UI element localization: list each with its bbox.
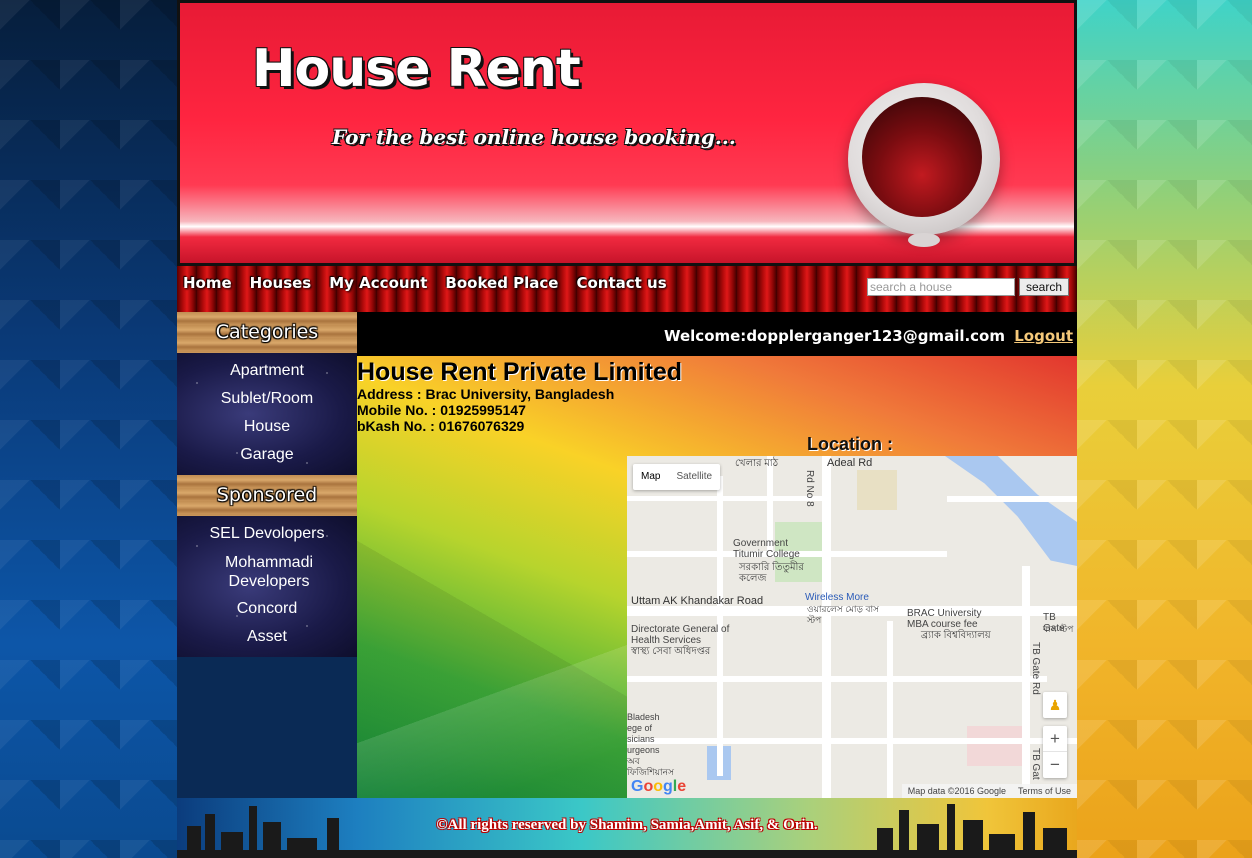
pegman-icon[interactable]: ♟ xyxy=(1043,692,1067,718)
map-label-brac: BRAC University MBA course fee xyxy=(907,608,982,630)
map-label-tb-gate-rd: TB Gate Rd xyxy=(1030,642,1041,695)
company-bkash: bKash No. : 01676076329 xyxy=(357,418,525,434)
copyright-text: ©All rights reserved by Shamim, Samia,Am… xyxy=(436,817,818,833)
company-mobile: Mobile No. : 01925995147 xyxy=(357,402,526,418)
footer: ©All rights reserved by Shamim, Samia,Am… xyxy=(177,798,1077,858)
egg-chair-image xyxy=(848,83,1000,247)
map-label-tb-gate-bn: বাস স্টপ xyxy=(1043,624,1074,634)
sponsored-list: SEL Devolopers Mohammadi Developers Conc… xyxy=(177,516,357,657)
category-sublet-room[interactable]: Sublet/Room xyxy=(177,385,357,413)
right-background xyxy=(1077,0,1252,858)
sponsor-concord[interactable]: Concord xyxy=(177,595,357,623)
map-label-brac-bn: ব্র্যাক বিশ্ববিদ্যালয় xyxy=(921,630,991,641)
map-pink-area xyxy=(967,726,1027,766)
categories-list: Apartment Sublet/Room House Garage xyxy=(177,353,357,475)
google-logo: Google xyxy=(631,778,687,795)
company-address: Address : Brac University, Bangladesh xyxy=(357,386,615,402)
map-road xyxy=(887,621,893,798)
location-map[interactable]: খেলার মাঠ Adeal Rd Rd No 8 Government Ti… xyxy=(627,456,1077,798)
nav-bar: Home Houses My Account Booked Place Cont… xyxy=(177,266,1077,312)
map-road xyxy=(947,496,1077,502)
map-label-field: খেলার মাঠ xyxy=(735,458,779,469)
left-background xyxy=(0,0,177,858)
nav-item-home[interactable]: Home xyxy=(183,274,232,292)
nav-item-contact-us[interactable]: Contact us xyxy=(576,274,666,292)
map-label-college: Bladesh ege of sicians urgeons অব ফিজিশি… xyxy=(627,712,674,777)
nav-item-houses[interactable]: Houses xyxy=(250,274,312,292)
sponsor-asset[interactable]: Asset xyxy=(177,623,357,651)
map-sand-area xyxy=(857,470,897,510)
zoom-out-button[interactable]: − xyxy=(1043,752,1067,778)
search-button[interactable]: search xyxy=(1019,278,1069,296)
sponsor-sel-developers[interactable]: SEL Devolopers xyxy=(177,520,357,548)
zoom-control: + − xyxy=(1043,726,1067,778)
category-house[interactable]: House xyxy=(177,413,357,441)
sidebar: Categories Apartment Sublet/Room House G… xyxy=(177,312,357,657)
welcome-bar: Welcome:dopplerganger123@gmail.com Logou… xyxy=(357,312,1077,356)
map-label-wireless: Wireless More xyxy=(805,592,869,603)
map-road xyxy=(627,496,827,501)
company-name: House Rent Private Limited xyxy=(357,358,683,386)
main-content: Welcome:dopplerganger123@gmail.com Logou… xyxy=(357,312,1077,798)
map-terms-link[interactable]: Terms of Use xyxy=(1018,784,1071,798)
category-apartment[interactable]: Apartment xyxy=(177,357,357,385)
search-form: search xyxy=(867,278,1069,296)
map-label-wireless-bn: ওয়ারলেস মোড় বাস স্টপ xyxy=(807,604,880,625)
map-road-tb-gate xyxy=(1022,566,1030,798)
welcome-text: Welcome:dopplerganger123@gmail.com Logou… xyxy=(664,327,1073,345)
map-road-rd8 xyxy=(822,456,831,798)
map-road xyxy=(767,456,773,551)
map-label-titumir-bn: সরকারি তিতুমীর কলেজ xyxy=(739,562,804,584)
nav-item-booked-place[interactable]: Booked Place xyxy=(445,274,558,292)
map-label-titumir: Government Titumir College xyxy=(733,538,800,560)
map-label-dghs-bn: স্বাস্থ্য সেবা অধিদপ্তর xyxy=(631,646,711,657)
category-garage[interactable]: Garage xyxy=(177,441,357,469)
user-email: dopplerganger123@gmail.com xyxy=(746,327,1005,345)
sponsor-mohammadi-developers[interactable]: Mohammadi Developers xyxy=(177,548,357,595)
location-label: Location : xyxy=(807,434,893,454)
map-road xyxy=(627,738,1077,744)
nav-item-my-account[interactable]: My Account xyxy=(329,274,427,292)
header-banner: House Rent For the best online house boo… xyxy=(177,0,1077,266)
map-type-satellite-button[interactable]: Satellite xyxy=(668,464,720,490)
map-type-map-button[interactable]: Map xyxy=(633,464,668,490)
map-footer: Map data ©2016 Google Terms of Use xyxy=(901,784,1077,798)
nav-menu: Home Houses My Account Booked Place Cont… xyxy=(183,274,667,292)
site-title: House Rent xyxy=(252,39,581,99)
map-data-text: Map data ©2016 Google xyxy=(907,786,1006,796)
logout-link[interactable]: Logout xyxy=(1014,327,1073,345)
map-water xyxy=(945,456,1077,566)
map-label-adeal-rd: Adeal Rd xyxy=(827,457,873,469)
map-label-dghs: Directorate General of Health Services xyxy=(631,624,730,646)
map-label-rd8: Rd No 8 xyxy=(804,470,815,507)
categories-heading: Categories xyxy=(177,312,357,353)
welcome-label: Welcome: xyxy=(663,327,747,345)
map-road xyxy=(627,676,1047,682)
zoom-in-button[interactable]: + xyxy=(1043,726,1067,752)
search-input[interactable] xyxy=(867,278,1015,296)
sponsored-heading: Sponsored xyxy=(177,475,357,516)
map-type-control: Map Satellite xyxy=(633,464,721,490)
map-label-uttam-road: Uttam AK Khandakar Road xyxy=(631,595,764,607)
site-tagline: For the best online house booking... xyxy=(332,125,736,149)
